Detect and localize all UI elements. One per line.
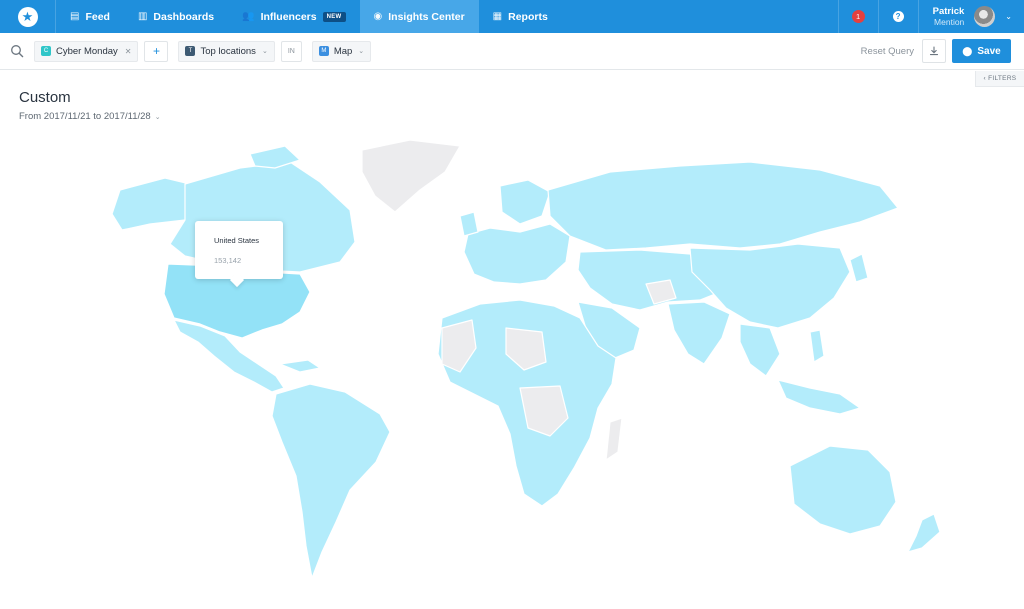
view-chip[interactable]: M Map ⌄ bbox=[311, 40, 372, 62]
nav-item-reports[interactable]: ▦ Reports bbox=[479, 0, 562, 33]
nav-item-label: Influencers bbox=[260, 10, 317, 23]
star-icon: ★ bbox=[17, 6, 38, 27]
avatar bbox=[974, 6, 996, 27]
map-country[interactable] bbox=[459, 211, 479, 237]
user-menu[interactable]: Patrick Mention ⌄ bbox=[917, 0, 1024, 33]
tooltip-country-name: United States bbox=[214, 236, 260, 245]
map-country[interactable] bbox=[739, 323, 781, 377]
map-tag-icon: M bbox=[318, 46, 329, 56]
metric-tag-icon: T bbox=[185, 46, 196, 56]
view-chip-label: Map bbox=[333, 45, 353, 57]
nav-item-label: Insights Center bbox=[388, 10, 465, 23]
help-button[interactable]: ? bbox=[877, 0, 918, 33]
nav-item-label: Feed bbox=[85, 10, 110, 23]
map-country[interactable] bbox=[271, 383, 391, 579]
map-country[interactable] bbox=[667, 301, 731, 365]
map-tooltip: United States 153,142 bbox=[195, 221, 283, 279]
map-country[interactable] bbox=[463, 223, 571, 285]
new-badge: NEW bbox=[322, 11, 346, 22]
app-logo[interactable]: ★ bbox=[0, 0, 56, 33]
save-button-label: Save bbox=[977, 45, 1001, 57]
alert-tag-icon: C bbox=[41, 46, 51, 56]
save-icon: ⬤ bbox=[962, 45, 973, 56]
date-range-label: From 2017/11/21 to 2017/11/28 bbox=[19, 111, 151, 122]
map-country[interactable] bbox=[849, 253, 869, 283]
tooltip-value: 153,142 bbox=[214, 256, 242, 265]
compass-icon: ◉ bbox=[373, 11, 383, 22]
map-country[interactable] bbox=[361, 139, 461, 213]
metric-chip[interactable]: T Top locations ⌄ bbox=[178, 40, 275, 62]
map-country[interactable] bbox=[777, 379, 861, 415]
nav-item-label: Dashboards bbox=[153, 10, 215, 23]
chevron-down-icon: ⌄ bbox=[261, 48, 268, 55]
search-icon[interactable] bbox=[10, 44, 24, 58]
nav-item-dashboards[interactable]: ▥ Dashboards bbox=[124, 0, 228, 33]
download-button[interactable] bbox=[922, 39, 946, 63]
in-operator: IN bbox=[280, 40, 302, 62]
map-country[interactable] bbox=[111, 177, 191, 231]
add-alert-button[interactable]: + bbox=[144, 40, 169, 62]
map-country[interactable] bbox=[547, 161, 899, 251]
chevron-down-icon: ⌄ bbox=[358, 48, 365, 55]
save-button[interactable]: ⬤ Save bbox=[952, 39, 1011, 63]
query-bar: C Cyber Monday ✕ + T Top locations ⌄ IN … bbox=[0, 33, 1024, 70]
download-icon bbox=[929, 46, 939, 56]
nav-item-feed[interactable]: ▤ Feed bbox=[56, 0, 124, 33]
user-organization: Mention bbox=[934, 17, 965, 27]
map-country[interactable] bbox=[279, 359, 321, 373]
feed-icon: ▤ bbox=[70, 11, 80, 22]
alert-chip[interactable]: C Cyber Monday ✕ bbox=[34, 40, 139, 62]
alert-chip-label: Cyber Monday bbox=[56, 45, 118, 57]
map-country[interactable] bbox=[789, 445, 897, 535]
world-map[interactable] bbox=[50, 132, 970, 592]
map-country[interactable] bbox=[605, 417, 623, 461]
filters-toggle[interactable]: ‹ FILTERS bbox=[975, 71, 1024, 87]
nav-item-insights-center[interactable]: ◉ Insights Center bbox=[359, 0, 479, 33]
user-info: Patrick Mention bbox=[933, 6, 965, 27]
reset-query-link[interactable]: Reset Query bbox=[861, 46, 914, 57]
map-country[interactable] bbox=[809, 329, 825, 363]
grid-icon: ▦ bbox=[492, 11, 503, 22]
user-name: Patrick bbox=[932, 6, 965, 17]
chevron-down-icon: ⌄ bbox=[154, 114, 161, 121]
metric-chip-label: Top locations bbox=[200, 45, 256, 57]
page-title: Custom bbox=[19, 89, 71, 106]
close-icon[interactable]: ✕ bbox=[125, 47, 132, 56]
nav-item-label: Reports bbox=[508, 10, 548, 23]
nav-item-influencers[interactable]: 👥 Influencers NEW bbox=[228, 0, 359, 33]
notification-count-badge: 1 bbox=[851, 10, 865, 23]
chevron-down-icon: ⌄ bbox=[1005, 12, 1012, 21]
notifications-button[interactable]: 1 bbox=[837, 0, 878, 33]
bar-chart-icon: ▥ bbox=[137, 11, 148, 22]
top-navigation: ★ ▤ Feed ▥ Dashboards 👥 Influencers NEW … bbox=[0, 0, 1024, 33]
people-icon: 👥 bbox=[242, 11, 255, 22]
question-icon: ? bbox=[892, 11, 904, 22]
map-country[interactable] bbox=[499, 179, 551, 225]
map-country[interactable] bbox=[907, 513, 941, 553]
date-range-selector[interactable]: From 2017/11/21 to 2017/11/28 ⌄ bbox=[19, 111, 161, 122]
